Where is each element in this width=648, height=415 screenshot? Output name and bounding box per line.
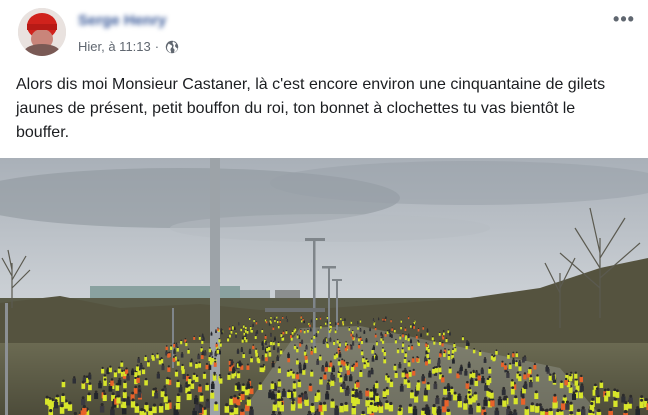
post-message: Alors dis moi Monsieur Castaner, là c'es… [16, 76, 606, 141]
author-name[interactable]: Serge Henry [78, 12, 166, 29]
post-header: Serge Henry Hier, à 11:13 · ••• [0, 0, 648, 66]
avatar[interactable] [18, 8, 66, 56]
avatar-image [18, 8, 66, 56]
facebook-post: Serge Henry Hier, à 11:13 · ••• Alors di… [0, 0, 648, 415]
meta-separator: · [154, 39, 160, 54]
more-options-icon[interactable]: ••• [612, 10, 636, 28]
post-meta: Hier, à 11:13 · [78, 39, 179, 54]
globe-icon[interactable] [165, 40, 179, 54]
crowd-photo-illustration [0, 158, 648, 415]
post-timestamp[interactable]: Hier, à 11:13 [78, 39, 151, 54]
post-photo[interactable] [0, 158, 648, 415]
